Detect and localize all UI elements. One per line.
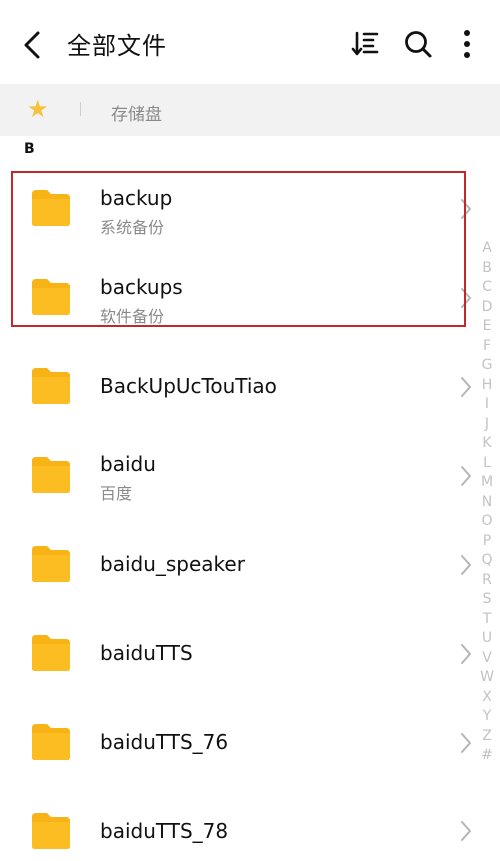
top-bar: 全部文件 (0, 0, 500, 84)
index-letter[interactable]: D (477, 298, 497, 318)
folder-icon (32, 546, 70, 582)
chevron-right-icon (461, 644, 471, 664)
file-name: baiduTTS_76 (100, 730, 229, 754)
index-letter[interactable]: W (477, 668, 497, 688)
index-letter[interactable]: S (477, 590, 497, 610)
file-subtitle: 百度 (100, 484, 133, 503)
folder-icon (32, 724, 70, 760)
file-name: baiduTTS_78 (100, 819, 229, 843)
chevron-right-icon (461, 377, 471, 397)
index-letter[interactable]: O (477, 512, 497, 532)
index-letter[interactable]: G (477, 356, 497, 376)
breadcrumb (0, 84, 500, 136)
index-letter[interactable]: K (477, 434, 497, 454)
back-arrow-icon[interactable] (18, 27, 50, 63)
chevron-right-icon (461, 555, 471, 575)
breadcrumb-separator (80, 102, 81, 116)
index-letter[interactable]: J (477, 415, 497, 435)
index-letter[interactable]: Y (477, 707, 497, 727)
index-letter[interactable]: T (477, 610, 497, 630)
index-letter[interactable]: U (477, 629, 497, 649)
folder-icon (32, 368, 70, 404)
index-letter[interactable]: Z (477, 727, 497, 747)
chevron-right-icon (461, 821, 471, 841)
index-letter[interactable]: P (477, 532, 497, 552)
index-letter[interactable]: L (477, 454, 497, 474)
index-letter[interactable]: B (477, 259, 497, 279)
star-icon[interactable]: ★ (27, 97, 49, 121)
file-name: baidu (100, 452, 156, 476)
breadcrumb-storage[interactable]: 存储盘 (111, 100, 162, 125)
index-letter[interactable]: Q (477, 551, 497, 571)
file-name: baidu_speaker (100, 552, 245, 576)
index-letter[interactable]: A (477, 239, 497, 259)
section-header: B (24, 141, 35, 157)
file-name: baiduTTS (100, 641, 193, 665)
list-item[interactable]: baidu_speaker (0, 521, 500, 610)
index-letter[interactable]: M (477, 473, 497, 493)
search-icon[interactable] (402, 28, 434, 60)
index-letter[interactable]: R (477, 571, 497, 591)
list-item[interactable]: baidu 百度 (0, 432, 500, 521)
file-name: BackUpUcTouTiao (100, 374, 277, 398)
index-letter[interactable]: C (477, 278, 497, 298)
index-letter[interactable]: F (477, 337, 497, 357)
selection-highlight (11, 171, 466, 327)
folder-icon (32, 457, 70, 493)
list-item[interactable]: baiduTTS_76 (0, 699, 500, 788)
index-letter[interactable]: # (477, 746, 497, 766)
folder-icon (32, 635, 70, 671)
page-title: 全部文件 (67, 32, 167, 60)
more-vertical-icon[interactable] (451, 28, 483, 60)
alphabet-index[interactable]: A B C D E F G H I J K L M N O P Q R S T … (477, 239, 497, 766)
chevron-right-icon (461, 466, 471, 486)
list-item[interactable]: baiduTTS (0, 610, 500, 699)
index-letter[interactable]: X (477, 688, 497, 708)
index-letter[interactable]: N (477, 493, 497, 513)
index-letter[interactable]: H (477, 376, 497, 396)
index-letter[interactable]: E (477, 317, 497, 337)
sort-icon[interactable] (350, 28, 382, 60)
list-item[interactable]: baiduTTS_78 (0, 788, 500, 861)
chevron-right-icon (461, 733, 471, 753)
list-item[interactable]: BackUpUcTouTiao (0, 343, 500, 432)
index-letter[interactable]: V (477, 649, 497, 669)
index-letter[interactable]: I (477, 395, 497, 415)
folder-icon (32, 813, 70, 849)
